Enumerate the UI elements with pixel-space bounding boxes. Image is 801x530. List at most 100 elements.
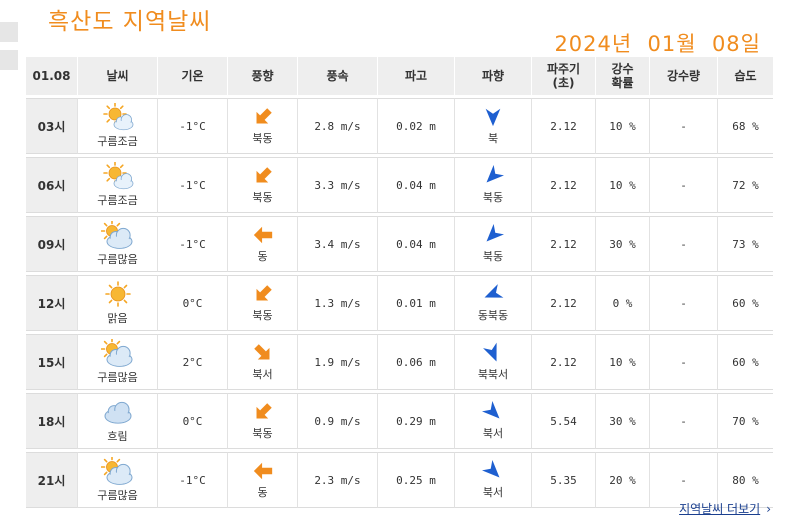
wave-direction: 동북동: [477, 309, 509, 322]
header-precip-prob: 강수 확률: [595, 57, 649, 95]
wind-arrow-icon: [252, 342, 274, 364]
table-row: 18시 흐림 0°C 북동 0.9 m/s 0.29 m 북서 5.54 30 % -70 %: [26, 393, 773, 449]
precip-amount: -: [649, 334, 717, 390]
wave-period: 2.12: [531, 216, 595, 272]
wind-direction-cell: 동: [227, 452, 297, 508]
wind-arrow-icon: [252, 106, 274, 128]
wave-height: 0.01 m: [377, 275, 454, 331]
wave-direction-cell: 북북서: [454, 334, 531, 390]
sky-condition: 구름많음: [97, 371, 138, 384]
wind-direction-cell: 북동: [227, 275, 297, 331]
header-wave-period: 파주기 (초): [531, 57, 595, 95]
header-wind-speed: 풍속: [297, 57, 377, 95]
row-time: 06시: [26, 157, 77, 213]
cloudy-icon: [101, 398, 135, 426]
wave-direction-cell: 북동: [454, 157, 531, 213]
wind-direction: 북동: [252, 191, 273, 204]
more-regional-weather-link[interactable]: 지역날씨 더보기 ›: [679, 500, 771, 517]
wave-period: 2.12: [531, 334, 595, 390]
row-time: 21시: [26, 452, 77, 508]
wind-direction-cell: 북서: [227, 334, 297, 390]
weather-cell: 구름많음: [77, 452, 157, 508]
precip-amount: -: [649, 393, 717, 449]
wave-period: 2.12: [531, 98, 595, 154]
side-tab-top: [0, 22, 18, 42]
weather-cell: 흐림: [77, 393, 157, 449]
sky-condition: 구름조금: [97, 135, 138, 148]
table-row: 15시구름많음 2°C 북서 1.9 m/s 0.06 m 북북서 2.12 10 % -60 …: [26, 334, 773, 390]
sky-condition: 구름많음: [97, 489, 138, 502]
precip-amount: -: [649, 98, 717, 154]
header-weather: 날씨: [77, 57, 157, 95]
partly-cloudy-icon: [101, 103, 135, 131]
wave-direction: 북: [487, 132, 499, 145]
wave-direction: 북북서: [477, 368, 509, 381]
wind-arrow-icon: [252, 401, 274, 423]
humidity: 60 %: [717, 334, 773, 390]
weather-cell: 맑음: [77, 275, 157, 331]
temperature: 0°C: [157, 393, 227, 449]
wave-period: 5.54: [531, 393, 595, 449]
temperature: -1°C: [157, 157, 227, 213]
row-time: 12시: [26, 275, 77, 331]
precip-probability: 10 %: [595, 334, 649, 390]
wave-arrow-icon: [482, 342, 504, 364]
sky-condition: 흐림: [107, 430, 128, 443]
wind-arrow-icon: [252, 165, 274, 187]
humidity: 73 %: [717, 216, 773, 272]
precip-probability: 10 %: [595, 98, 649, 154]
wave-direction-cell: 북서: [454, 393, 531, 449]
wind-speed: 2.8 m/s: [297, 98, 377, 154]
wave-direction: 북동: [482, 250, 504, 263]
wave-height: 0.04 m: [377, 157, 454, 213]
wave-direction: 북동: [482, 191, 504, 204]
mostly-cloudy-icon: [100, 457, 135, 485]
wave-height: 0.06 m: [377, 334, 454, 390]
wind-speed: 0.9 m/s: [297, 393, 377, 449]
precip-amount: -: [649, 275, 717, 331]
wave-direction-cell: 북: [454, 98, 531, 154]
wind-speed: 3.4 m/s: [297, 216, 377, 272]
wind-speed: 1.9 m/s: [297, 334, 377, 390]
wave-direction: 북서: [482, 486, 504, 499]
wind-speed: 2.3 m/s: [297, 452, 377, 508]
wind-direction: 북동: [252, 132, 273, 145]
weather-cell: 구름조금: [77, 98, 157, 154]
wave-arrow-icon: [482, 165, 504, 187]
wave-period: 5.35: [531, 452, 595, 508]
wave-arrow-icon: [482, 401, 504, 423]
table-row: 21시 구름많음 -1°C 동 2.3 m/s 0.25 m 북서 5.35 20 % -80 %: [26, 452, 773, 508]
temperature: -1°C: [157, 452, 227, 508]
wave-direction-cell: 북동: [454, 216, 531, 272]
wave-period: 2.12: [531, 275, 595, 331]
temperature: -1°C: [157, 98, 227, 154]
header-humidity: 습도: [717, 57, 773, 95]
row-time: 03시: [26, 98, 77, 154]
wave-arrow-icon: [482, 283, 504, 305]
header-wave-height: 파고: [377, 57, 454, 95]
row-time: 15시: [26, 334, 77, 390]
header-wind-dir: 풍향: [227, 57, 297, 95]
precip-probability: 30 %: [595, 216, 649, 272]
row-time: 09시: [26, 216, 77, 272]
precip-probability: 0 %: [595, 275, 649, 331]
more-link-label: 지역날씨 더보기: [679, 502, 761, 516]
wave-arrow-icon: [482, 224, 504, 246]
sunny-icon: [101, 280, 135, 308]
wave-period: 2.12: [531, 157, 595, 213]
wind-direction: 북동: [252, 427, 273, 440]
wave-height: 0.04 m: [377, 216, 454, 272]
wind-direction-cell: 북동: [227, 393, 297, 449]
temperature: 2°C: [157, 334, 227, 390]
temperature: -1°C: [157, 216, 227, 272]
wind-arrow-icon: [252, 283, 274, 305]
weather-table: 01.08 날씨 기온 풍향 풍속 파고 파향 파주기 (초) 강수 확률 강수…: [26, 54, 773, 511]
wind-direction-cell: 북동: [227, 98, 297, 154]
header-date: 01.08: [26, 57, 77, 95]
precip-amount: -: [649, 216, 717, 272]
wind-arrow-icon: [252, 224, 274, 246]
wind-speed: 3.3 m/s: [297, 157, 377, 213]
partly-cloudy-icon: [101, 162, 135, 190]
wind-direction: 북동: [252, 309, 273, 322]
mostly-cloudy-icon: [100, 221, 135, 249]
